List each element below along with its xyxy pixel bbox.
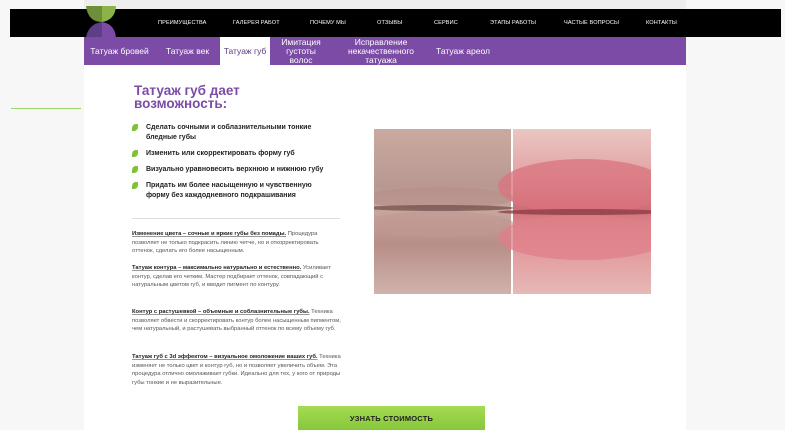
tab-areola[interactable]: Татуаж ареол: [430, 37, 496, 65]
paragraph: Татуаж контура – максимально натурально …: [132, 264, 342, 290]
list-item: Сделать сочными и соблазнительными тонки…: [132, 123, 332, 143]
list-item: Изменить или скорректировать форму губ: [132, 149, 332, 159]
list-item: Визуально уравновесить верхнюю и нижнюю …: [132, 165, 332, 175]
nav-item-why-us[interactable]: ПОЧЕМУ МЫ: [310, 20, 377, 26]
leaf-icon: [132, 124, 138, 131]
leaf-icon: [132, 182, 138, 189]
main-content: Татуаж губ дает возможность: Сделать соч…: [84, 65, 686, 430]
list-item-text: Сделать сочными и соблазнительными тонки…: [146, 124, 312, 141]
benefits-list: Сделать сочными и соблазнительными тонки…: [132, 123, 332, 207]
logo-icon[interactable]: [82, 4, 118, 40]
paragraph: Татуаж губ с 3d эффектом – визуальное ом…: [132, 353, 342, 387]
leaf-icon: [132, 166, 138, 173]
background-left: [0, 0, 84, 430]
before-photo: [374, 129, 514, 294]
leaf-icon: [132, 150, 138, 157]
nav-item-service[interactable]: СЕРВИС: [434, 20, 490, 26]
paragraph-heading: Изменение цвета – сочные и яркие губы бе…: [132, 231, 287, 237]
nav-item-contacts[interactable]: КОНТАКТЫ: [646, 20, 696, 26]
tab-eyebrows[interactable]: Татуаж бровей: [84, 37, 155, 65]
nav-item-stages[interactable]: ЭТАПЫ РАБОТЫ: [490, 20, 564, 26]
tab-eyelids[interactable]: Татуаж век: [155, 37, 220, 65]
paragraph-heading: Татуаж контура – максимально натурально …: [132, 265, 302, 271]
tab-hair-imitation[interactable]: Имитация густоты волос: [270, 37, 332, 65]
paragraph-heading: Татуаж губ с 3d эффектом – визуальное ом…: [132, 354, 318, 360]
tab-correction[interactable]: Исправление некачественного татуажа: [332, 37, 430, 65]
list-item-text: Изменить или скорректировать форму губ: [146, 150, 295, 157]
page-title: Татуаж губ дает возможность:: [134, 83, 240, 111]
background-right: [686, 0, 785, 430]
nav-item-gallery[interactable]: ГАЛЕРЕЯ РАБОТ: [233, 20, 310, 26]
get-price-button[interactable]: УЗНАТЬ СТОИМОСТЬ: [298, 406, 485, 430]
list-item-text: Визуально уравновесить верхнюю и нижнюю …: [146, 166, 324, 173]
service-tabs: Татуаж бровей Татуаж век Татуаж губ Имит…: [84, 37, 686, 65]
nav-item-advantages[interactable]: ПРЕИМУЩЕСТВА: [158, 20, 233, 26]
list-item: Придать им более насыщенную и чувственну…: [132, 181, 332, 201]
paragraph-heading: Контур с растушевкой – объемные и соблаз…: [132, 309, 310, 315]
top-navigation-bar: ПРЕИМУЩЕСТВА ГАЛЕРЕЯ РАБОТ ПОЧЕМУ МЫ ОТЗ…: [10, 9, 781, 37]
nav-item-faq[interactable]: ЧАСТЫЕ ВОПРОСЫ: [564, 20, 646, 26]
decorative-line: [11, 108, 81, 109]
page: ПРЕИМУЩЕСТВА ГАЛЕРЕЯ РАБОТ ПОЧЕМУ МЫ ОТЗ…: [0, 0, 785, 430]
tab-lips[interactable]: Татуаж губ: [220, 37, 270, 65]
after-photo: [498, 129, 651, 294]
paragraph: Контур с растушевкой – объемные и соблаз…: [132, 308, 342, 334]
paragraph: Изменение цвета – сочные и яркие губы бе…: [132, 230, 342, 256]
main-nav: ПРЕИМУЩЕСТВА ГАЛЕРЕЯ РАБОТ ПОЧЕМУ МЫ ОТЗ…: [158, 9, 696, 37]
list-item-text: Придать им более насыщенную и чувственну…: [146, 182, 312, 199]
nav-item-reviews[interactable]: ОТЗЫВЫ: [377, 20, 434, 26]
divider: [132, 218, 340, 219]
before-after-slider: ‹ ›: [374, 129, 651, 294]
